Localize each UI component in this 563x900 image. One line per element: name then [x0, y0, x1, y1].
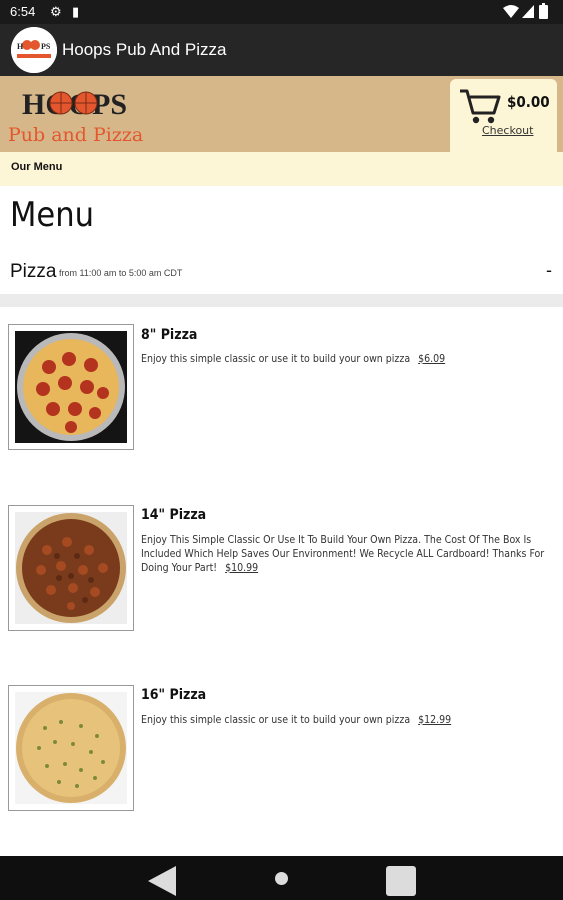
system-nav-bar — [0, 856, 563, 900]
item-name[interactable]: 8" Pizza — [141, 327, 197, 343]
item-description: Enjoy this simple classic or use it to b… — [141, 352, 556, 366]
meat-pizza-image — [15, 512, 127, 624]
status-time: 6:54 — [10, 4, 36, 19]
settings-icon: ⚙ — [50, 4, 62, 19]
wifi-icon — [503, 5, 519, 18]
subnav-bar: Our Menu — [0, 152, 563, 186]
cheese-pizza-image — [15, 692, 127, 804]
app-bar: H PS Hoops Pub And Pizza — [0, 24, 563, 76]
page-title: Menu — [10, 195, 95, 235]
signal-icon — [522, 5, 534, 18]
item-description: Enjoy this simple classic or use it to b… — [141, 713, 556, 727]
brand-logo-art: HOOPS Pub and Pizza — [8, 88, 143, 146]
section-divider — [0, 294, 563, 307]
item-description-text: Enjoy This Simple Classic Or Use It To B… — [141, 534, 545, 574]
brand-line2: Pub and Pizza — [8, 124, 143, 146]
collapse-toggle[interactable]: - — [546, 260, 552, 281]
back-icon[interactable] — [148, 866, 176, 896]
category-hours: from 11:00 am to 5:00 am CDT — [59, 268, 183, 278]
item-name[interactable]: 16" Pizza — [141, 687, 206, 703]
item-image[interactable] — [8, 685, 134, 811]
item-image[interactable] — [8, 324, 134, 450]
home-icon[interactable] — [275, 872, 288, 885]
status-bar: 6:54 ⚙ ▮ — [0, 0, 563, 24]
cart-icon[interactable] — [458, 87, 502, 125]
item-price[interactable]: $10.99 — [225, 562, 258, 574]
recent-apps-icon[interactable] — [386, 866, 416, 896]
category-name: Pizza — [10, 261, 57, 282]
item-price[interactable]: $6.09 — [418, 353, 445, 365]
brand-line1: HOOPS — [22, 88, 127, 121]
svg-text:H: H — [17, 42, 24, 51]
item-description: Enjoy This Simple Classic Or Use It To B… — [141, 533, 556, 575]
svg-text:PS: PS — [41, 42, 51, 51]
cart-panel[interactable]: $0.00 Checkout — [450, 79, 557, 152]
item-description-text: Enjoy this simple classic or use it to b… — [141, 353, 411, 365]
item-name[interactable]: 14" Pizza — [141, 507, 206, 523]
item-price[interactable]: $12.99 — [418, 714, 451, 726]
item-description-text: Enjoy this simple classic or use it to b… — [141, 714, 411, 726]
brand-logo[interactable]: HOOPS Pub and Pizza — [8, 86, 168, 146]
sd-card-icon: ▮ — [72, 4, 80, 19]
pepperoni-pizza-image — [15, 331, 127, 443]
category-header[interactable]: Pizza from 11:00 am to 5:00 am CDT - — [0, 256, 563, 290]
app-logo-icon: H PS — [11, 27, 57, 73]
cart-total: $0.00 — [507, 93, 550, 111]
our-menu-link[interactable]: Our Menu — [11, 161, 62, 173]
battery-icon — [539, 3, 548, 19]
app-logo: H PS — [11, 27, 57, 73]
app-title: Hoops Pub And Pizza — [62, 40, 227, 59]
checkout-link[interactable]: Checkout — [482, 124, 533, 137]
item-image[interactable] — [8, 505, 134, 631]
